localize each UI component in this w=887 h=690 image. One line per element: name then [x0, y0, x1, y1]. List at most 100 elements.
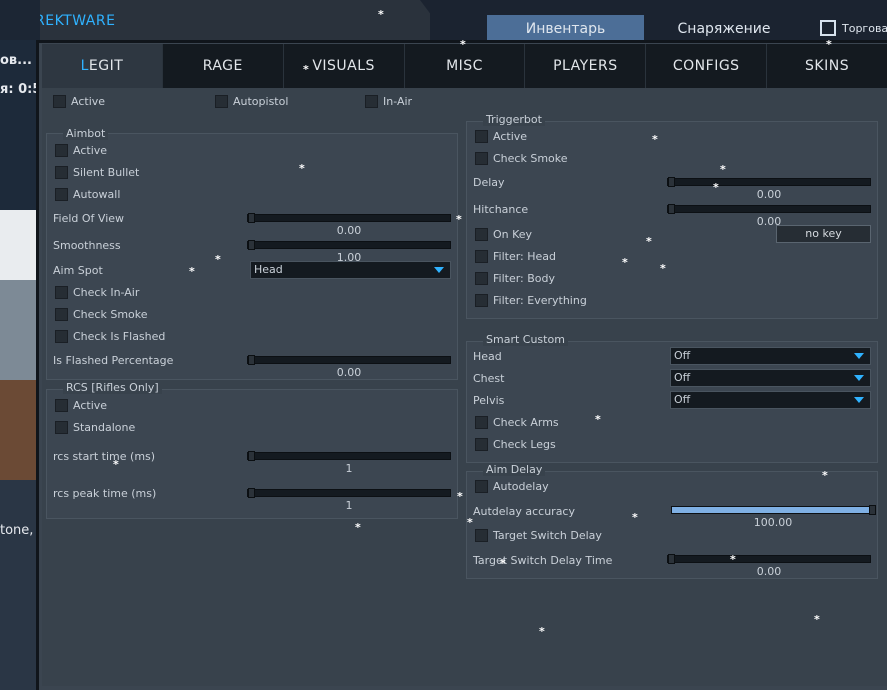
- rcs-active-checkbox[interactable]: Active: [55, 399, 107, 412]
- snowflake-icon: *: [303, 63, 309, 76]
- snowflake-icon: *: [826, 38, 832, 51]
- tab-rage[interactable]: RAGE: [163, 44, 284, 88]
- snowflake-icon: *: [632, 511, 638, 524]
- background-left-strip: [0, 0, 40, 690]
- tab-players[interactable]: PLAYERS: [525, 44, 647, 88]
- snowflake-icon: *: [646, 235, 652, 248]
- window-title: REKTWARE: [35, 13, 116, 29]
- check-is-flashed-checkbox[interactable]: Check Is Flashed: [55, 330, 165, 343]
- global-active-checkbox[interactable]: Active: [53, 95, 105, 108]
- snowflake-icon: *: [467, 516, 473, 529]
- bg-tab-loadout[interactable]: Снаряжение: [660, 15, 788, 40]
- standalone-checkbox[interactable]: Standalone: [55, 421, 135, 434]
- silent-bullet-checkbox[interactable]: Silent Bullet: [55, 166, 139, 179]
- smart-head-select[interactable]: Off: [670, 347, 871, 365]
- snowflake-icon: *: [456, 213, 462, 226]
- autodelay-accuracy-fill: [672, 507, 872, 513]
- autodelay-accuracy-slider[interactable]: [671, 505, 876, 515]
- delay-slider[interactable]: [667, 177, 871, 187]
- smart-custom-title: Smart Custom: [483, 333, 568, 346]
- chevron-down-icon: [854, 375, 864, 381]
- autowall-checkbox[interactable]: Autowall: [55, 188, 120, 201]
- rcs-start-time-slider[interactable]: [247, 451, 451, 461]
- smart-pelvis-select[interactable]: Off: [670, 391, 871, 409]
- snowflake-icon: *: [652, 133, 658, 146]
- trigger-check-smoke-checkbox[interactable]: Check Smoke: [475, 152, 568, 165]
- target-switch-delay-time-value: 0.00: [756, 565, 782, 578]
- smart-chest-label: Chest: [473, 372, 505, 385]
- check-smoke-checkbox[interactable]: Check Smoke: [55, 308, 148, 321]
- rcs-start-time-label: rcs start time (ms): [53, 450, 156, 463]
- trigger-active-checkbox[interactable]: Active: [475, 130, 527, 143]
- aimbot-title: Aimbot: [63, 127, 109, 140]
- fov-slider[interactable]: [247, 213, 451, 223]
- rcs-peak-time-label: rcs peak time (ms): [53, 487, 157, 500]
- flashed-percentage-slider[interactable]: [247, 355, 451, 365]
- bg-text-fragment-1: ов...: [0, 53, 32, 68]
- fov-slider-knob[interactable]: [248, 213, 255, 223]
- bg-tab-inventory[interactable]: Инвентарь: [487, 15, 644, 40]
- key-bind-button[interactable]: no key: [776, 225, 871, 243]
- filter-body-checkbox[interactable]: Filter: Body: [475, 272, 555, 285]
- check-legs-checkbox[interactable]: Check Legs: [475, 438, 556, 451]
- target-switch-delay-time-slider[interactable]: [667, 554, 871, 564]
- autopistol-checkbox[interactable]: Autopistol: [215, 95, 288, 108]
- on-key-checkbox[interactable]: On Key: [475, 228, 532, 241]
- autodelay-accuracy-knob[interactable]: [869, 505, 876, 515]
- smart-head-label: Head: [473, 350, 502, 363]
- snowflake-icon: *: [720, 163, 726, 176]
- snowflake-icon: *: [822, 469, 828, 482]
- check-arms-checkbox[interactable]: Check Arms: [475, 416, 559, 429]
- fov-value: 0.00: [336, 224, 362, 237]
- aim-spot-label: Aim Spot: [53, 264, 103, 277]
- filter-everything-checkbox[interactable]: Filter: Everything: [475, 294, 587, 307]
- external-link-icon[interactable]: [820, 20, 836, 36]
- chevron-down-icon: [854, 353, 864, 359]
- autodelay-checkbox[interactable]: Autodelay: [475, 480, 549, 493]
- snowflake-icon: *: [622, 256, 628, 269]
- target-switch-delay-checkbox[interactable]: Target Switch Delay: [475, 529, 602, 542]
- snowflake-icon: *: [713, 181, 719, 194]
- rcs-start-time-value: 1: [345, 462, 353, 475]
- aimbot-active-checkbox[interactable]: Active: [55, 144, 107, 157]
- switch-time-slider-knob[interactable]: [668, 554, 675, 564]
- in-air-checkbox[interactable]: In-Air: [365, 95, 412, 108]
- filter-head-checkbox[interactable]: Filter: Head: [475, 250, 556, 263]
- hitchance-slider-knob[interactable]: [668, 204, 675, 214]
- bg-tab-trade[interactable]: Торгова: [842, 15, 887, 40]
- flashed-slider-knob[interactable]: [248, 355, 255, 365]
- check-in-air-checkbox[interactable]: Check In-Air: [55, 286, 139, 299]
- snowflake-icon: *: [595, 413, 601, 426]
- hitchance-slider[interactable]: [667, 204, 871, 214]
- autodelay-accuracy-label: Autdelay accuracy: [473, 505, 575, 518]
- flashed-percentage-label: Is Flashed Percentage: [53, 354, 174, 367]
- snowflake-icon: *: [730, 553, 736, 566]
- tab-legit[interactable]: LEGIT: [42, 44, 163, 88]
- smoothness-slider-knob[interactable]: [248, 240, 255, 250]
- target-switch-delay-time-label: Target Switch Delay Time: [473, 554, 613, 567]
- snowflake-icon: *: [814, 613, 820, 626]
- smoothness-slider[interactable]: [247, 240, 451, 250]
- chevron-down-icon: [854, 397, 864, 403]
- delay-label: Delay: [473, 176, 505, 189]
- tab-visuals[interactable]: VISUALS: [284, 44, 405, 88]
- smart-chest-select[interactable]: Off: [670, 369, 871, 387]
- snowflake-icon: *: [500, 557, 506, 570]
- delay-slider-knob[interactable]: [668, 177, 675, 187]
- rcs-peak-slider-knob[interactable]: [248, 488, 255, 498]
- smoothness-label: Smoothness: [53, 239, 121, 252]
- hitchance-label: Hitchance: [473, 203, 529, 216]
- snowflake-icon: *: [378, 8, 384, 21]
- flashed-percentage-value: 0.00: [336, 366, 362, 379]
- rcs-start-slider-knob[interactable]: [248, 451, 255, 461]
- aim-spot-select[interactable]: Head: [250, 261, 451, 279]
- tab-configs[interactable]: CONFIGS: [646, 44, 768, 88]
- rcs-peak-time-slider[interactable]: [247, 488, 451, 498]
- snowflake-icon: *: [660, 262, 666, 275]
- snowflake-icon: *: [189, 265, 195, 278]
- snowflake-icon: *: [539, 625, 545, 638]
- snowflake-icon: *: [457, 490, 463, 503]
- delay-value: 0.00: [756, 188, 782, 201]
- autodelay-accuracy-value: 100.00: [753, 516, 793, 529]
- aim-delay-title: Aim Delay: [483, 463, 546, 476]
